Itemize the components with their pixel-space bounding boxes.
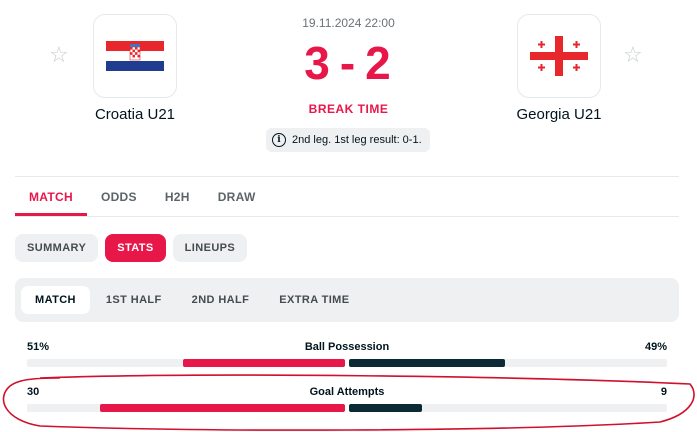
header-divider (15, 176, 679, 177)
period-selector: MATCH 1ST HALF 2ND HALF EXTRA TIME (15, 278, 679, 322)
score-separator: - (339, 37, 358, 89)
tab-draw[interactable]: DRAW (204, 178, 270, 216)
stat-away-value: 9 (660, 386, 667, 398)
stat-label: Ball Possession (304, 341, 390, 353)
stat-home-bar-fill (182, 359, 345, 367)
stat-home-bar-fill (100, 404, 345, 412)
leg-info-pill: i 2nd leg. 1st leg result: 0-1. (266, 128, 430, 152)
stat-row-goal-attempts: 30 Goal Attempts 9 (27, 386, 667, 426)
tab-odds[interactable]: ODDS (87, 178, 151, 216)
period-tab-1st-half[interactable]: 1ST HALF (92, 286, 176, 314)
stat-away-bar-track (349, 404, 667, 412)
stat-away-bar-fill (349, 359, 505, 367)
tabs-divider (15, 216, 679, 217)
stat-away-bar-track (349, 359, 667, 367)
stat-home-bar-track (27, 359, 345, 367)
info-icon: i (272, 133, 286, 147)
leg-info-text: 2nd leg. 1st leg result: 0-1. (292, 134, 422, 146)
sub-tab-lineups[interactable]: LINEUPS (172, 234, 248, 262)
period-tab-2nd-half[interactable]: 2ND HALF (178, 286, 264, 314)
sub-tab-summary[interactable]: SUMMARY (15, 234, 99, 262)
tab-h2h[interactable]: H2H (151, 178, 204, 216)
favorite-away-star-icon[interactable]: ☆ (623, 44, 643, 66)
home-score: 3 (304, 37, 332, 89)
stat-label: Goal Attempts (309, 386, 385, 398)
georgia-flag-icon (530, 36, 588, 76)
period-tab-extra-time[interactable]: EXTRA TIME (265, 286, 363, 314)
match-header: ☆ Croatia U21 19.11.2024 22:00 3-2 BREAK… (0, 0, 697, 170)
sub-tab-stats[interactable]: STATS (105, 234, 166, 262)
stat-home-bar-track (27, 404, 345, 412)
stat-row-ball-possession: 51% Ball Possession 49% (27, 341, 667, 381)
main-tabs: MATCH ODDS H2H DRAW (15, 178, 270, 216)
away-score: 2 (365, 37, 393, 89)
sub-tabs: SUMMARY STATS LINEUPS (15, 234, 248, 262)
stat-away-value: 49% (644, 341, 667, 353)
stat-away-bar-fill (349, 404, 423, 412)
tab-match[interactable]: MATCH (15, 178, 87, 216)
period-tab-match[interactable]: MATCH (21, 286, 90, 314)
away-team-logo[interactable] (517, 14, 601, 98)
away-team-name[interactable]: Georgia U21 (479, 106, 639, 123)
